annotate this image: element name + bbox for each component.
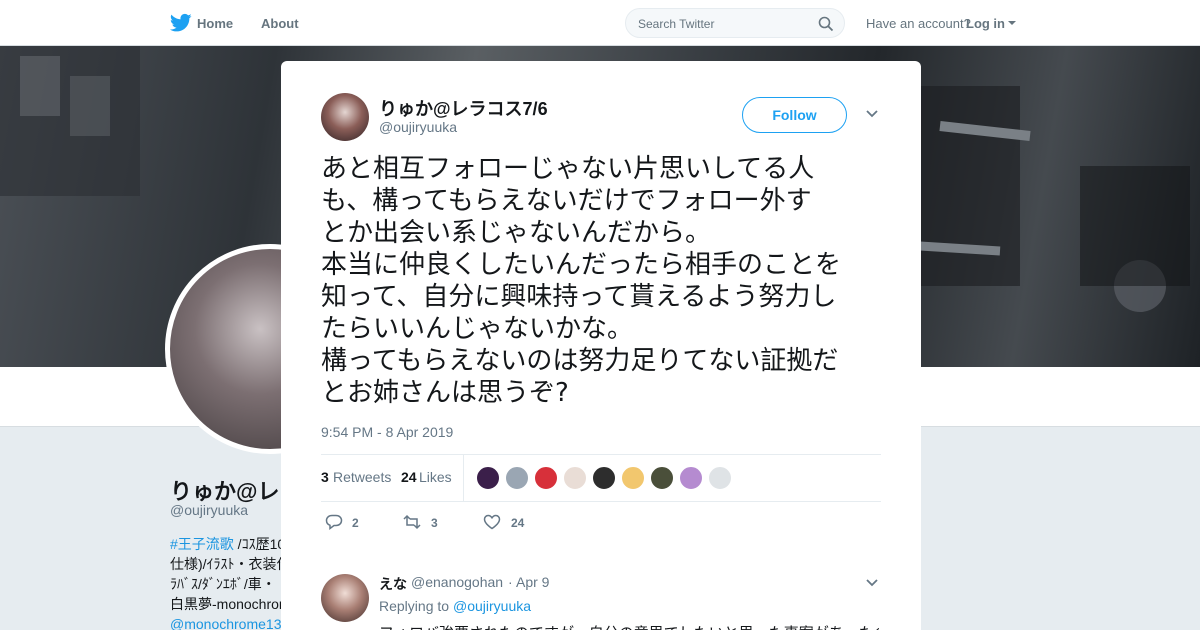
tweet-text-line: 本当に仲良くしたいんだったら相手のことを xyxy=(321,250,842,280)
tweet-stats: 3 Retweets 24 Likes xyxy=(321,455,881,501)
nav-home-link[interactable]: Home xyxy=(197,16,233,31)
likes-count[interactable]: 24 xyxy=(401,469,417,485)
divider xyxy=(463,455,464,501)
tweet-text-line: とお姉さんは思うぞ? xyxy=(321,378,569,408)
bio-mention-link[interactable]: @monochrome13 xyxy=(170,614,290,630)
like-action-count[interactable]: 24 xyxy=(511,516,524,530)
tweet-text-line: たらいいんじゃないかな。 xyxy=(321,314,634,344)
author-handle[interactable]: @oujiryuuka xyxy=(379,119,457,135)
retweets-label[interactable]: Retweets xyxy=(333,469,391,485)
heart-icon[interactable] xyxy=(483,514,501,530)
author-avatar[interactable] xyxy=(321,93,369,141)
liker-avatar[interactable] xyxy=(679,466,703,490)
liker-avatar[interactable] xyxy=(592,466,616,490)
top-nav-bar: Home About Search Twitter Have an accoun… xyxy=(0,0,1200,46)
tweet-text: あと相互フォローじゃない片思いしてる人 も、構ってもらえないだけでフォロー外す … xyxy=(321,153,891,409)
reply-separator: · xyxy=(508,574,513,590)
have-account-text: Have an account? xyxy=(866,16,971,31)
tweet-text-line: 知って、自分に興味持って貰えるよう努力し xyxy=(321,282,837,312)
liker-avatar[interactable] xyxy=(650,466,674,490)
reply-author-name[interactable]: えな xyxy=(379,574,407,594)
reply-text: フォロバ強要されたのですが、自分の意思でしたいと思った事案があったの xyxy=(379,622,879,630)
tweet-text-line: も、構ってもらえないだけでフォロー外す xyxy=(321,186,812,216)
likes-label[interactable]: Likes xyxy=(419,469,452,485)
reply-count[interactable]: 2 xyxy=(352,516,359,530)
search-input[interactable]: Search Twitter xyxy=(625,8,845,38)
tweet-modal: りゅか@レラコス7/6 @oujiryuuka Follow あと相互フォローじ… xyxy=(281,61,921,630)
bio-hashtag[interactable]: #王子流歌 xyxy=(170,536,234,552)
close-icon[interactable] xyxy=(1156,14,1176,34)
profile-bio: #王子流歌 /ｺｽ歴10 仕様)/ｲﾗｽﾄ・衣装作 ﾗﾊﾞｽ/ﾀﾞﾝｴﾎﾞ/車・… xyxy=(170,534,290,630)
retweets-count[interactable]: 3 xyxy=(321,469,329,485)
bio-line-rest: /ｺｽ歴10 xyxy=(233,536,286,552)
chevron-down-icon[interactable] xyxy=(865,578,879,588)
liker-avatar[interactable] xyxy=(621,466,645,490)
chevron-down-icon[interactable] xyxy=(865,109,879,119)
author-name[interactable]: りゅか@レラコス7/6 xyxy=(379,95,548,121)
twitter-bird-icon[interactable] xyxy=(170,13,192,33)
divider xyxy=(321,501,881,502)
retweet-action-count[interactable]: 3 xyxy=(431,516,438,530)
profile-handle: @oujiryuuka xyxy=(170,502,249,518)
liker-avatar[interactable] xyxy=(563,466,587,490)
search-placeholder: Search Twitter xyxy=(638,17,715,31)
liker-avatar[interactable] xyxy=(505,466,529,490)
liker-avatar[interactable] xyxy=(708,466,732,490)
login-link[interactable]: Log in xyxy=(966,16,1005,31)
reply-icon[interactable] xyxy=(325,514,343,530)
tweet-actions: 2 3 24 xyxy=(321,511,881,535)
search-icon[interactable] xyxy=(818,16,834,32)
reply-date[interactable]: Apr 9 xyxy=(516,574,549,590)
liker-avatar[interactable] xyxy=(476,466,500,490)
tweet-text-line: あと相互フォローじゃない片思いしてる人 xyxy=(321,154,815,184)
retweet-icon[interactable] xyxy=(403,514,421,530)
reply-author-avatar[interactable] xyxy=(321,574,369,622)
replying-to-label: Replying to xyxy=(379,598,450,614)
bio-line: ﾗﾊﾞｽ/ﾀﾞﾝｴﾎﾞ/車・ xyxy=(170,576,276,592)
reply-author-handle[interactable]: @enanogohan xyxy=(411,574,503,590)
tweet-text-line: 構ってもらえないのは努力足りてない証拠だ xyxy=(321,346,839,376)
follow-button[interactable]: Follow xyxy=(742,97,847,133)
tweet-text-line: とか出会い系じゃないんだから。 xyxy=(321,218,712,248)
nav-about-link[interactable]: About xyxy=(261,16,299,31)
liker-avatar[interactable] xyxy=(534,466,558,490)
bio-line: 仕様)/ｲﾗｽﾄ・衣装作 xyxy=(170,556,290,572)
replying-to-link[interactable]: @oujiryuuka xyxy=(453,598,531,614)
bio-line: 白黒夢-monochrom xyxy=(170,596,290,612)
bio-line: #王子流歌 /ｺｽ歴10 xyxy=(170,534,290,554)
tweet-timestamp[interactable]: 9:54 PM - 8 Apr 2019 xyxy=(321,424,453,440)
caret-down-icon[interactable] xyxy=(1008,21,1016,25)
